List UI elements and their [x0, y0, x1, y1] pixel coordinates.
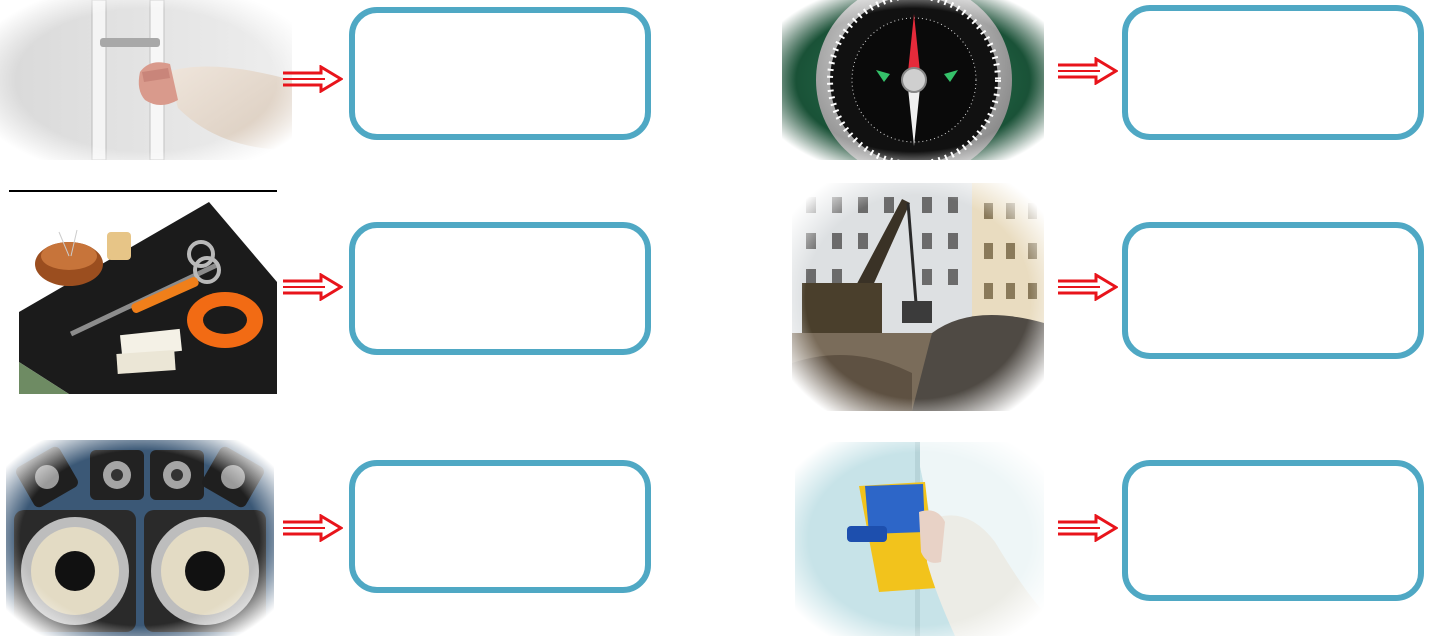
magnetic-crane-icon [792, 183, 1044, 411]
compass-icon [782, 0, 1044, 160]
answer-box-1[interactable] [349, 7, 651, 140]
compass-picture [782, 0, 1044, 160]
double-arrow-right-icon [1058, 514, 1118, 542]
double-arrow-right-icon [283, 65, 343, 93]
arrow-6 [1056, 514, 1118, 542]
arrow-1 [281, 65, 343, 93]
answer-box-4[interactable] [1122, 222, 1424, 359]
answer-box-2[interactable] [1122, 5, 1424, 140]
window-cleaner-icon [795, 442, 1044, 636]
sewing-kit-icon [9, 192, 277, 394]
answer-box-5[interactable] [349, 460, 651, 593]
window-cleaner-picture [795, 442, 1044, 636]
magnetic-crane-picture [792, 183, 1044, 411]
arrow-5 [281, 514, 343, 542]
answer-box-3[interactable] [349, 222, 651, 355]
fridge-door-icon [0, 0, 292, 160]
fridge-door-picture [0, 0, 292, 160]
double-arrow-right-icon [283, 514, 343, 542]
sewing-kit-picture [9, 190, 277, 394]
speakers-icon [6, 440, 274, 636]
speakers-picture [6, 440, 274, 636]
arrow-4 [1056, 273, 1118, 301]
double-arrow-right-icon [1058, 273, 1118, 301]
double-arrow-right-icon [1058, 57, 1118, 85]
answer-box-6[interactable] [1122, 460, 1424, 601]
arrow-2 [1056, 57, 1118, 85]
arrow-3 [281, 273, 343, 301]
double-arrow-right-icon [283, 273, 343, 301]
